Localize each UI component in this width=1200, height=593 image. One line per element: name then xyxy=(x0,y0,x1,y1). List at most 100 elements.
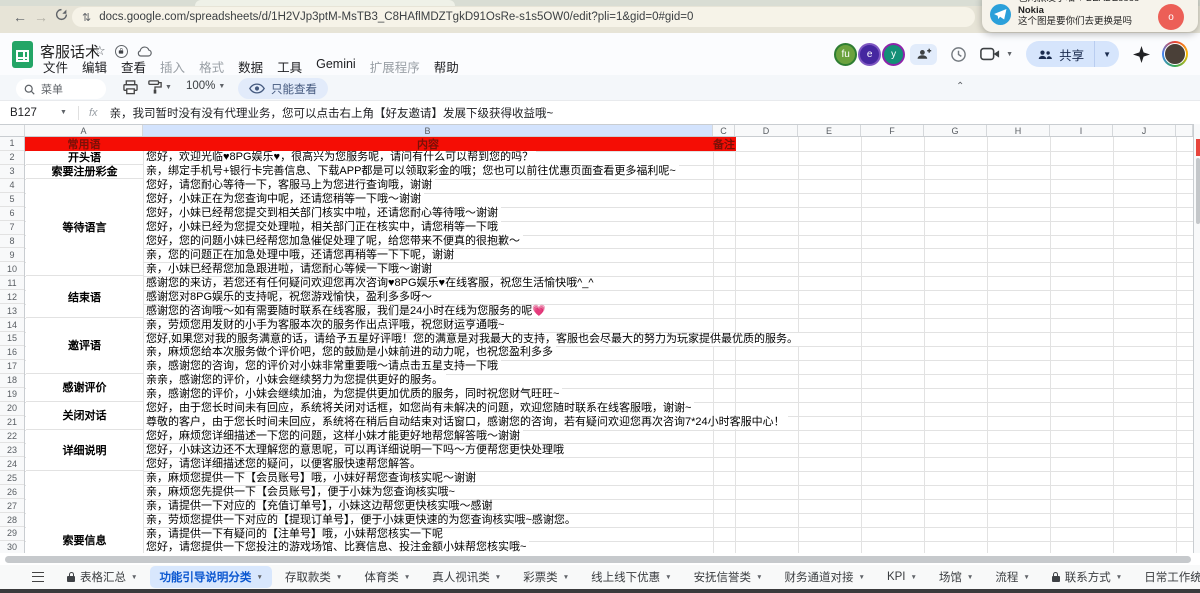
content-cell[interactable]: 您好，麻烦您详细描述一下您的问题，这样小妹才能更好地帮您解答哦～谢谢 xyxy=(144,430,523,444)
sheet-tab-存取款类[interactable]: 存取款类▼ xyxy=(276,566,351,588)
url-bar[interactable]: ⇅ docs.google.com/spreadsheets/d/1H2VJp3… xyxy=(72,7,975,27)
row-number-23[interactable]: 23 xyxy=(0,443,24,457)
row-number-17[interactable]: 17 xyxy=(0,360,24,374)
browser-forward-icon[interactable]: → xyxy=(34,9,48,25)
content-cell[interactable]: 亲，请提供一下有疑问的【注单号】哦，小妹帮您核实一下呢 xyxy=(144,527,446,541)
sheet-tab-真人视讯类[interactable]: 真人视讯类▼ xyxy=(423,566,510,588)
content-cell[interactable]: 感谢您对8PG娱乐的支持呢，祝您游戏愉快，盈利多多呀～ xyxy=(144,290,435,304)
row-number-7[interactable]: 7 xyxy=(0,221,24,235)
share-button[interactable]: 共享 ▼ xyxy=(1026,41,1119,67)
account-avatar[interactable] xyxy=(1162,41,1188,67)
content-cell[interactable]: 您好，欢迎光临♥8PG娱乐♥，很高兴为您服务呢，请问有什么可以帮到您的吗？ xyxy=(144,151,536,165)
vertical-scrollbar-thumb[interactable] xyxy=(1196,158,1200,224)
browser-active-tab[interactable] xyxy=(195,0,455,6)
telegram-notification[interactable]: 包网款发小喵 ♥ BEADE8888 Nokia 这个图是要你们去更换是吗 o xyxy=(982,0,1198,32)
column-header-J[interactable]: J xyxy=(1113,125,1176,136)
row-number-30[interactable]: 30 xyxy=(0,541,24,553)
row-number-20[interactable]: 20 xyxy=(0,402,24,416)
row-number-18[interactable]: 18 xyxy=(0,374,24,388)
row-number-12[interactable]: 12 xyxy=(0,290,24,304)
content-cell[interactable]: 亲，麻烦您给本次服务做个评价吧，您的鼓励是小妹前进的动力呢，也祝您盈利多多 xyxy=(144,346,556,360)
browser-back-icon[interactable]: ← xyxy=(13,9,27,25)
content-cell[interactable]: 您好，小妹已经帮您提交到相关部门核实中啦，还请您耐心等待哦～谢谢 xyxy=(144,207,501,221)
url-text[interactable]: docs.google.com/spreadsheets/d/1H2VJp3pt… xyxy=(99,11,693,23)
content-cell[interactable]: 您好，小妹已经为您提交处理啦，相关部门正在核实中，请您稍等一下哦 xyxy=(144,221,501,235)
sheet-tab-caret[interactable]: ▼ xyxy=(563,574,569,581)
column-header-B[interactable]: B xyxy=(143,125,713,136)
sheet-tab-体育类[interactable]: 体育类▼ xyxy=(355,566,419,588)
column-header-G[interactable]: G xyxy=(924,125,987,136)
sheet-tab-日常工作统计[interactable]: 日常工作统计▼ xyxy=(1135,566,1200,588)
menu-查看[interactable]: 查看 xyxy=(114,56,153,77)
menu-扩展程序[interactable]: 扩展程序 xyxy=(363,56,427,77)
row-number-6[interactable]: 6 xyxy=(0,207,24,221)
meet-camera-icon[interactable]: ▼ xyxy=(980,47,1013,61)
row-number-8[interactable]: 8 xyxy=(0,235,24,249)
category-cell-结束语[interactable]: 结束语 xyxy=(26,276,143,318)
row-number-24[interactable]: 24 xyxy=(0,457,24,471)
content-cell[interactable]: 感谢您的咨询哦～如有需要随时联系在线客服，我们是24小时在线为您服务的呢💗 xyxy=(144,304,549,318)
column-header-A[interactable]: A xyxy=(25,125,143,136)
header-cell-a[interactable]: 常用语 xyxy=(25,137,143,152)
collapse-toolbar-icon[interactable]: ⌃ xyxy=(956,81,964,92)
sheet-tab-线上线下优惠[interactable]: 线上线下优惠▼ xyxy=(582,566,680,588)
category-cell-索要注册彩金[interactable]: 索要注册彩金 xyxy=(26,165,143,179)
cell-reference-box[interactable]: B127 xyxy=(0,107,60,119)
row-number-28[interactable]: 28 xyxy=(0,513,24,527)
content-cell[interactable]: 亲，您的问题正在加急处理中哦，还请您再稍等一下下呢，谢谢 xyxy=(144,248,457,262)
category-cell-等待语言[interactable]: 等待语言 xyxy=(26,179,143,277)
category-cell-关闭对话[interactable]: 关闭对话 xyxy=(26,402,143,430)
view-only-badge[interactable]: 只能查看 xyxy=(238,78,328,99)
header-cell-b[interactable]: 内容 xyxy=(143,137,713,152)
column-header-sliver[interactable] xyxy=(1176,125,1193,136)
content-cell[interactable]: 亲，麻烦您先提供一下【会员账号】，便于小妹为您查询核实哦~ xyxy=(144,485,458,499)
row-number-5[interactable]: 5 xyxy=(0,193,24,207)
sheet-tab-安抚信誉类[interactable]: 安抚信誉类▼ xyxy=(685,566,772,588)
grid-corner[interactable] xyxy=(0,125,25,136)
header-cell-c[interactable]: 备注 xyxy=(713,137,735,152)
sheet-tab-caret[interactable]: ▼ xyxy=(336,574,342,581)
sheet-tab-caret[interactable]: ▼ xyxy=(131,574,137,581)
column-header-F[interactable]: F xyxy=(861,125,924,136)
column-header-E[interactable]: E xyxy=(798,125,861,136)
sheet-tab-财务通道对接[interactable]: 财务通道对接▼ xyxy=(776,566,874,588)
row-number-2[interactable]: 2 xyxy=(0,151,24,165)
row-number-15[interactable]: 15 xyxy=(0,332,24,346)
sheet-tab-caret[interactable]: ▼ xyxy=(665,574,671,581)
share-dropdown-caret[interactable]: ▼ xyxy=(1094,41,1119,67)
content-cell[interactable]: 亲，劳烦您用发财的小手为客服本次的服务作出点评哦，祝您财运亨通哦~ xyxy=(144,318,507,332)
content-cell[interactable]: 尊敬的客户，由于您长时间未回应，系统将在稍后自动结束对话窗口，感谢您的咨询，若有… xyxy=(144,416,788,430)
sheet-tab-caret[interactable]: ▼ xyxy=(404,574,410,581)
gemini-sparkle-icon[interactable] xyxy=(1133,46,1150,63)
content-cell[interactable]: 亲亲，感谢您的评价，小妹会继续努力为您提供更好的服务。 xyxy=(144,374,446,388)
cloud-saved-icon[interactable] xyxy=(137,46,152,57)
content-cell[interactable]: 亲，请提供一下对应的【充值订单号】，小妹这边帮您更快核实哦～感谢 xyxy=(144,499,496,513)
row-number-13[interactable]: 13 xyxy=(0,304,24,318)
menu-工具[interactable]: 工具 xyxy=(270,56,309,77)
sheets-logo-icon[interactable] xyxy=(12,41,33,68)
name-box-caret[interactable]: ▼ xyxy=(60,109,78,116)
sheet-tab-caret[interactable]: ▼ xyxy=(967,574,973,581)
menu-Gemini[interactable]: Gemini xyxy=(309,56,363,77)
sheet-tab-联系方式[interactable]: 联系方式▼ xyxy=(1043,566,1131,588)
content-cell[interactable]: 您好,如果您对我的服务满意的话，请给予五星好评哦！您的满意是对我最大的支持，客服… xyxy=(144,332,801,346)
browser-refresh-icon[interactable] xyxy=(55,8,68,21)
row-number-4[interactable]: 4 xyxy=(0,179,24,193)
category-cell-邀评语[interactable]: 邀评语 xyxy=(26,318,143,374)
content-cell[interactable]: 您好，小妹这边还不太理解您的意思呢，可以再详细说明一下吗～方便帮您更快处理哦 xyxy=(144,443,567,457)
formula-input[interactable]: 亲，我司暂时没有没有代理业务，您可以点击右上角【好友邀请】发展下级获得收益哦~ xyxy=(110,105,554,121)
sheet-tab-场馆[interactable]: 场馆▼ xyxy=(930,566,982,588)
row-number-11[interactable]: 11 xyxy=(0,276,24,290)
content-cell[interactable]: 亲，麻烦您提供一下【会员账号】哦，小妹好帮您查询核实呢～谢谢 xyxy=(144,471,479,485)
tab-scroll-left-icon[interactable]: ‹ xyxy=(1196,571,1200,583)
row-number-19[interactable]: 19 xyxy=(0,388,24,402)
content-cell[interactable]: 亲，劳烦您提供一下对应的【提现订单号】，便于小妹更快速的为您查询核实哦~感谢您。 xyxy=(144,513,579,527)
row-number-27[interactable]: 27 xyxy=(0,499,24,513)
sheet-tab-caret[interactable]: ▼ xyxy=(495,574,501,581)
category-cell-感谢评价[interactable]: 感谢评价 xyxy=(26,374,143,402)
sheet-tab-表格汇总[interactable]: 表格汇总▼ xyxy=(58,566,146,588)
paint-format-button[interactable]: ▼ xyxy=(148,80,172,94)
add-people-icon[interactable] xyxy=(910,44,937,65)
content-cell[interactable]: 亲，绑定手机号+银行卡完善信息、下载APP都是可以领取彩金的哦；您也可以前往优惠… xyxy=(144,165,679,179)
row-number-14[interactable]: 14 xyxy=(0,318,24,332)
